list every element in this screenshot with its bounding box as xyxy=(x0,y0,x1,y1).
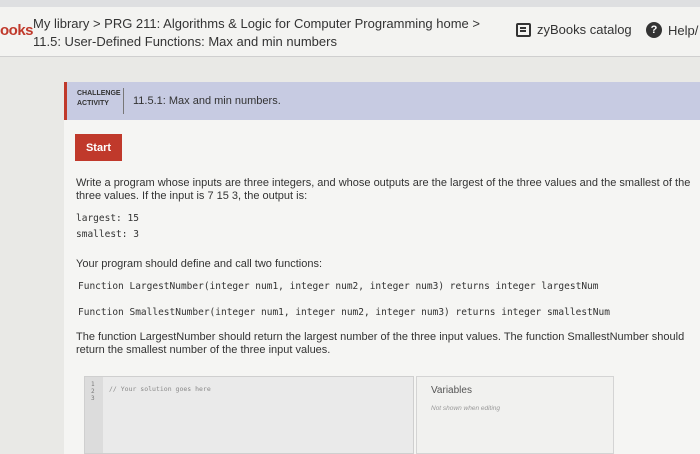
challenge-label-line1: CHALLENGE xyxy=(77,90,121,97)
prompt-text: Write a program whose inputs are three i… xyxy=(76,177,690,203)
page-title: 11.5: User-Defined Functions: Max and mi… xyxy=(33,34,337,49)
book-icon xyxy=(516,22,531,37)
variables-panel: Variables Not shown when editing xyxy=(416,376,614,454)
expected-output-line-2: smallest: 3 xyxy=(76,229,139,240)
prompt-line-2: three values. If the input is 7 15 3, th… xyxy=(76,190,308,202)
define-instructions: Your program should define and call two … xyxy=(76,258,323,270)
editor-gutter: 1 2 3 xyxy=(85,377,103,453)
variables-title: Variables xyxy=(431,385,472,396)
code-editor[interactable]: 1 2 3 // Your solution goes here xyxy=(84,376,414,454)
function-signature-largest: Function LargestNumber(integer num1, int… xyxy=(78,281,599,292)
challenge-title: 11.5.1: Max and min numbers. xyxy=(133,95,281,107)
help-label: Help/ xyxy=(668,22,699,38)
catalog-label: zyBooks catalog xyxy=(537,22,632,37)
challenge-activity-label: CHALLENGE ACTIVITY xyxy=(77,89,121,109)
line-number: 2 xyxy=(91,388,95,395)
start-button[interactable]: Start xyxy=(75,134,122,161)
help-link[interactable]: ? Help/ xyxy=(646,22,698,38)
challenge-label-line2: ACTIVITY xyxy=(77,100,109,107)
divider xyxy=(123,88,124,114)
help-icon: ? xyxy=(646,22,662,38)
line-number: 3 xyxy=(91,395,95,402)
function-signature-smallest: Function SmallestNumber(integer num1, in… xyxy=(78,307,610,318)
app-header: ooks My library > PRG 211: Algorithms & … xyxy=(0,7,700,57)
line-number: 1 xyxy=(91,381,95,388)
challenge-activity-header: CHALLENGE ACTIVITY 11.5.1: Max and min n… xyxy=(64,82,700,120)
breadcrumb[interactable]: My library > PRG 211: Algorithms & Logic… xyxy=(33,16,480,31)
expected-output-line-1: largest: 15 xyxy=(76,213,139,224)
zybooks-catalog-link[interactable]: zyBooks catalog xyxy=(516,22,632,37)
challenge-content: Start Write a program whose inputs are t… xyxy=(64,120,700,454)
explanation-line-1: The function LargestNumber should return… xyxy=(76,331,685,343)
explanation-line-2: return the smallest number of the three … xyxy=(76,344,331,356)
function-explanation: The function LargestNumber should return… xyxy=(76,331,684,357)
variables-note: Not shown when editing xyxy=(431,405,501,412)
editor-code-line[interactable]: // Your solution goes here xyxy=(109,385,211,393)
browser-tab-strip xyxy=(0,0,700,7)
brand-logo[interactable]: ooks xyxy=(0,22,34,39)
prompt-line-1: Write a program whose inputs are three i… xyxy=(76,177,691,189)
